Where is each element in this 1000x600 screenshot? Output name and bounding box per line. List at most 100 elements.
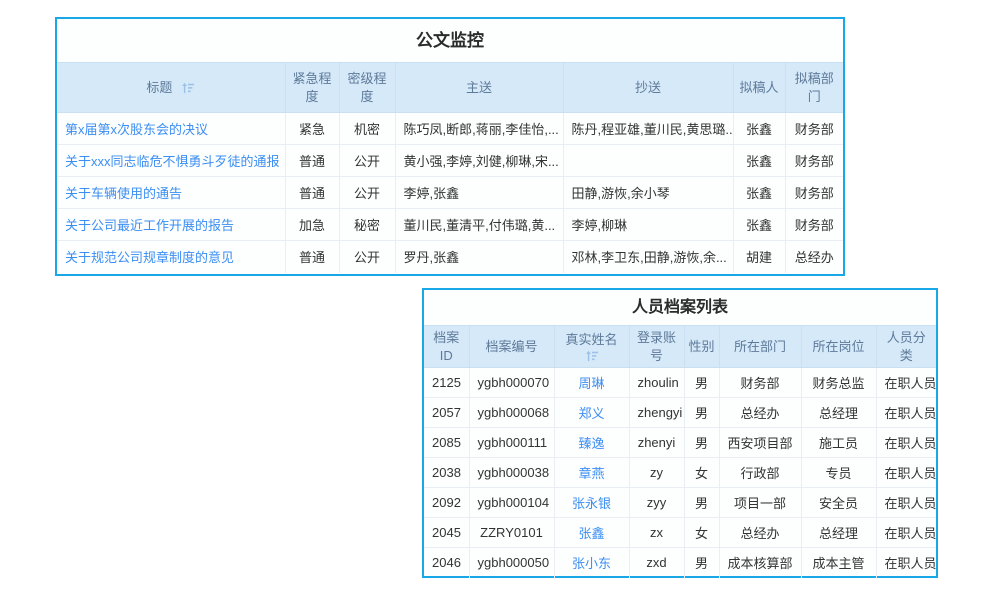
column-header-label: 档案编号 (485, 339, 537, 354)
doc-monitor-title: 公文监控 (57, 19, 843, 62)
cell: 张小东 (554, 548, 629, 578)
cell: 总经办 (719, 398, 801, 428)
cell: 章燕 (554, 458, 629, 488)
column-header: 密级程度 (339, 63, 395, 113)
cell: zyy (629, 488, 684, 518)
doc-title-link[interactable]: 关于公司最近工作开展的报告 (65, 218, 234, 233)
doc-title-link[interactable]: 关于规范公司规章制度的意见 (65, 250, 234, 265)
cell: 陈巧凤,断郎,蒋丽,李佳怡,... (395, 113, 563, 145)
cell: 项目一部 (719, 488, 801, 518)
cell: 在职人员 (876, 518, 936, 548)
cell: 张永银 (554, 488, 629, 518)
sort-icon (585, 350, 599, 362)
cell: 2038 (424, 458, 469, 488)
table-row: 关于规范公司规章制度的意见普通公开罗丹,张鑫邓林,李卫东,田静,游恢,余...胡… (57, 241, 843, 273)
cell: 田静,游恢,余小琴 (563, 177, 733, 209)
cell: 臻逸 (554, 428, 629, 458)
column-header: 拟稿部门 (785, 63, 843, 113)
table-row: 2046ygbh000050张小东zxd男成本核算部成本主管在职人员 (424, 548, 936, 578)
cell: 关于规范公司规章制度的意见 (57, 241, 285, 273)
table-row: 关于车辆使用的通告普通公开李婷,张鑫田静,游恢,余小琴张鑫财务部 (57, 177, 843, 209)
table-row: 2085ygbh000111臻逸zhenyi男西安项目部施工员在职人员 (424, 428, 936, 458)
column-header[interactable]: 标题 (57, 63, 285, 113)
cell: 成本主管 (801, 548, 876, 578)
doc-title-link[interactable]: 关于xxx同志临危不惧勇斗歹徒的通报 (65, 154, 280, 169)
cell: 财务总监 (801, 368, 876, 398)
cell: 胡建 (733, 241, 785, 273)
cell: 2057 (424, 398, 469, 428)
cell: 陈丹,程亚雄,董川民,黄思璐... (563, 113, 733, 145)
person-name-link[interactable]: 张小东 (572, 556, 611, 571)
cell: 张鑫 (733, 145, 785, 177)
column-header[interactable]: 真实姓名 (554, 326, 629, 368)
cell (563, 145, 733, 177)
cell: 董川民,董清平,付伟璐,黄... (395, 209, 563, 241)
cell: 男 (684, 368, 719, 398)
person-name-link[interactable]: 张鑫 (578, 526, 604, 541)
personnel-archive-table: 档案ID档案编号真实姓名 登录账号性别所在部门所在岗位人员分类 2125ygbh… (424, 325, 936, 578)
doc-title-link[interactable]: 第x届第x次股东会的决议 (65, 122, 208, 137)
cell: 李婷,张鑫 (395, 177, 563, 209)
cell: 财务部 (785, 209, 843, 241)
table-row: 关于公司最近工作开展的报告加急秘密董川民,董清平,付伟璐,黄...李婷,柳琳张鑫… (57, 209, 843, 241)
cell: 行政部 (719, 458, 801, 488)
cell: 财务部 (785, 177, 843, 209)
personnel-archive-title: 人员档案列表 (424, 290, 936, 325)
cell: ygbh000068 (469, 398, 554, 428)
cell: 公开 (339, 177, 395, 209)
cell: ygbh000070 (469, 368, 554, 398)
cell: 公开 (339, 241, 395, 273)
cell: 在职人员 (876, 428, 936, 458)
column-header: 档案ID (424, 326, 469, 368)
column-header-label: 紧急程度 (292, 71, 331, 104)
cell: ygbh000104 (469, 488, 554, 518)
column-header-label: 抄送 (635, 80, 661, 95)
cell: 张鑫 (554, 518, 629, 548)
column-header-label: 人员分类 (887, 330, 926, 363)
table-row: 2057ygbh000068郑义zhengyi男总经办总经理在职人员 (424, 398, 936, 428)
column-header: 性别 (684, 326, 719, 368)
table-row: 2092ygbh000104 张永银 zyy男项目一部安全员在职人员 (424, 488, 936, 518)
cell: 张鑫 (733, 209, 785, 241)
cell: 男 (684, 398, 719, 428)
cell: 总经办 (785, 241, 843, 273)
table-row: 第x届第x次股东会的决议紧急机密陈巧凤,断郎,蒋丽,李佳怡,...陈丹,程亚雄,… (57, 113, 843, 145)
column-header-label: 所在部门 (734, 339, 786, 354)
cell: 紧急 (285, 113, 339, 145)
cell: 李婷,柳琳 (563, 209, 733, 241)
cell: 男 (684, 488, 719, 518)
cell: 在职人员 (876, 488, 936, 518)
cell: 总经办 (719, 518, 801, 548)
cell: ZZRY0101 (469, 518, 554, 548)
column-header-label: 真实姓名 (565, 332, 617, 347)
cell: 在职人员 (876, 458, 936, 488)
cell: 张鑫 (733, 113, 785, 145)
cell: 罗丹,张鑫 (395, 241, 563, 273)
column-header-label: 登录账号 (637, 330, 676, 363)
cell: 黄小强,李婷,刘健,柳琳,宋... (395, 145, 563, 177)
cell: 安全员 (801, 488, 876, 518)
cell: 周琳 (554, 368, 629, 398)
personnel-archive-panel: 人员档案列表 档案ID档案编号真实姓名 登录账号性别所在部门所在岗位人员分类 2… (422, 288, 938, 578)
column-header: 登录账号 (629, 326, 684, 368)
person-name-link[interactable]: 张永银 (572, 496, 611, 511)
cell: 女 (684, 458, 719, 488)
table-row: 2125ygbh000070周琳zhoulin男财务部财务总监在职人员 (424, 368, 936, 398)
doc-monitor-panel: 公文监控 标题 紧急程度密级程度主送抄送拟稿人拟稿部门 第x届第x次股东会的决议… (55, 17, 845, 276)
person-name-link[interactable]: 臻逸 (578, 436, 604, 451)
doc-title-link[interactable]: 关于车辆使用的通告 (65, 186, 182, 201)
cell: 男 (684, 548, 719, 578)
person-name-link[interactable]: 章燕 (578, 466, 604, 481)
cell: 2092 (424, 488, 469, 518)
cell: 财务部 (785, 113, 843, 145)
column-header: 拟稿人 (733, 63, 785, 113)
cell: 西安项目部 (719, 428, 801, 458)
person-name-link[interactable]: 郑义 (578, 406, 604, 421)
cell: 2045 (424, 518, 469, 548)
doc-monitor-table: 标题 紧急程度密级程度主送抄送拟稿人拟稿部门 第x届第x次股东会的决议紧急机密陈… (57, 62, 843, 273)
table-row: 关于xxx同志临危不惧勇斗歹徒的通报普通公开黄小强,李婷,刘健,柳琳,宋...张… (57, 145, 843, 177)
person-name-link[interactable]: 周琳 (578, 376, 604, 391)
cell: 关于车辆使用的通告 (57, 177, 285, 209)
cell: zhoulin (629, 368, 684, 398)
column-header-label: 标题 (146, 80, 172, 95)
